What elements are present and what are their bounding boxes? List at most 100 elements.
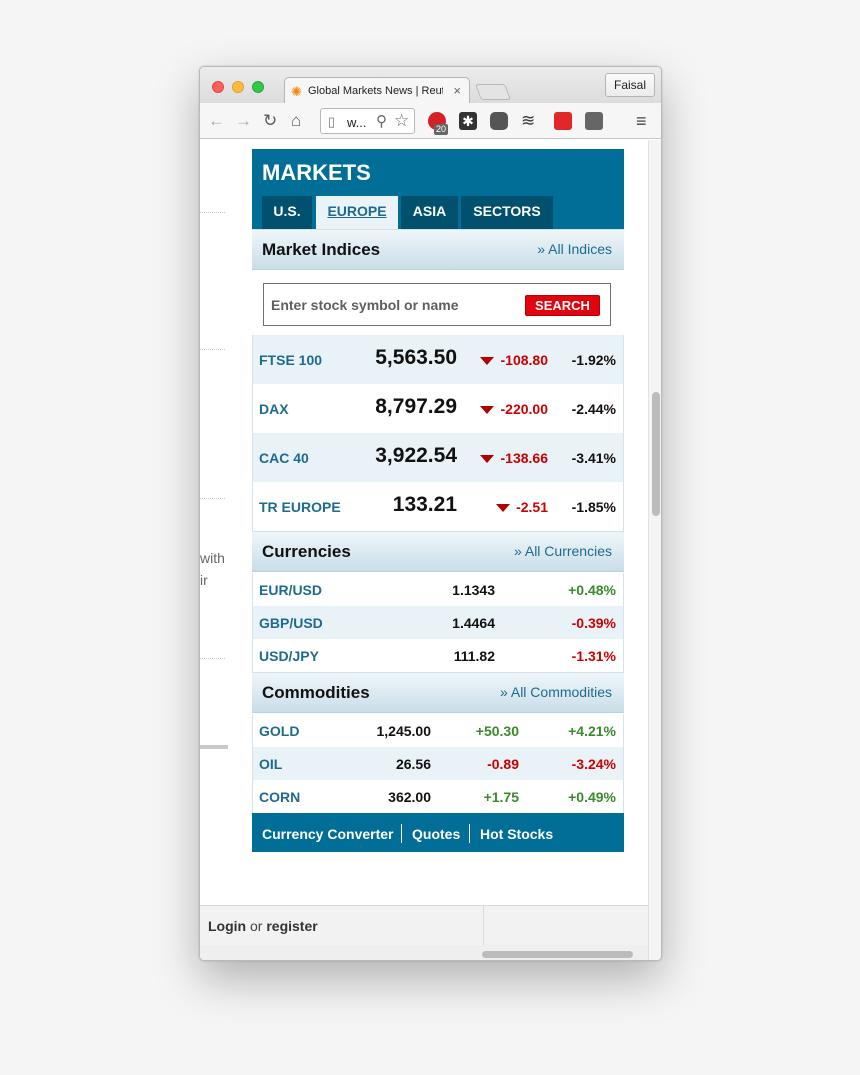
profile-button[interactable]: Faisal [604,73,655,97]
new-tab-button[interactable] [475,84,511,100]
back-icon[interactable]: ← [208,111,225,131]
index-name[interactable]: TR EUROPE [259,499,341,515]
index-name[interactable]: CAC 40 [259,450,309,466]
currency-pair[interactable]: USD/JPY [259,648,319,664]
footer-separator [401,824,402,843]
index-row[interactable]: FTSE 100 5,563.50 -108.80 -1.92% [252,335,624,384]
all-currencies-link[interactable]: » All Currencies [514,543,612,559]
commodity-row[interactable]: CORN 362.00 +1.75 +0.49% [252,780,624,813]
down-arrow-icon [480,357,494,365]
menu-icon[interactable]: ≡ [636,111,647,131]
browser-tab[interactable]: ✺ Global Markets News | Reuters × [284,77,470,104]
index-percent: -2.44% [571,401,616,417]
index-price: 133.21 [392,493,457,516]
currency-row[interactable]: USD/JPY 111.82 -1.31% [252,639,624,672]
currency-pair[interactable]: GBP/USD [259,615,323,631]
footer-separator [469,824,470,843]
commodity-percent: -3.24% [571,756,616,772]
commodity-percent: +0.49% [568,789,616,805]
commodity-row[interactable]: GOLD 1,245.00 +50.30 +4.21% [252,714,624,747]
asterisk-extension-icon[interactable]: ✱ [459,112,477,130]
page-viewport: with ir MARKETS U.S. EUROPE ASIA SECTORS… [200,140,648,960]
tab-close-icon[interactable]: × [453,83,461,98]
currency-percent: -1.31% [571,648,616,664]
divider [200,349,225,350]
commodity-name[interactable]: OIL [259,756,282,772]
register-link[interactable]: register [266,918,317,934]
home-icon[interactable]: ⌂ [291,111,301,131]
commodity-row[interactable]: OIL 26.56 -0.89 -3.24% [252,747,624,780]
index-price: 3,922.54 [375,444,457,467]
tab-us[interactable]: U.S. [262,196,312,229]
zoom-window-button[interactable] [252,81,264,93]
markets-header: MARKETS U.S. EUROPE ASIA SECTORS [252,149,624,229]
commodity-percent: +4.21% [568,723,616,739]
commodity-name[interactable]: CORN [259,789,300,805]
login-bar: Login or register [200,905,648,946]
close-window-button[interactable] [212,81,224,93]
commodity-value: 1,245.00 [376,723,432,739]
section-title: Commodities [262,683,370,702]
currency-percent: +0.48% [568,582,616,598]
commodity-value: 26.56 [395,756,431,772]
all-indices-link[interactable]: » All Indices [537,241,612,257]
search-button[interactable]: SEARCH [525,295,600,316]
vertical-scrollbar[interactable] [648,140,661,960]
minimize-window-button[interactable] [232,81,244,93]
horizontal-scroll-thumb[interactable] [482,951,633,958]
divider [200,498,225,499]
extension-badge: 20 [434,124,449,135]
index-row[interactable]: TR EUROPE 133.21 -2.51 -1.85% [252,482,624,531]
divider [200,212,225,213]
down-arrow-icon [480,455,494,463]
reload-icon[interactable]: ↻ [263,111,277,131]
login-link[interactable]: Login [208,918,246,934]
address-bar[interactable]: ▯ w... ⚲ ☆ [320,108,415,134]
hot-stocks-link[interactable]: Hot Stocks [480,826,553,842]
buffer-extension-icon[interactable]: ≋ [521,112,539,130]
index-name[interactable]: FTSE 100 [259,352,322,368]
quotes-link[interactable]: Quotes [412,826,460,842]
commodities-header: Commodities » All Commodities [252,672,624,713]
flipboard-extension-icon[interactable] [554,112,572,130]
down-arrow-icon [480,406,494,414]
section-title: Market Indices [262,240,381,259]
reuters-favicon-icon: ✺ [291,84,302,99]
currency-percent: -0.39% [571,615,616,631]
forward-icon[interactable]: → [235,111,252,131]
tab-sectors[interactable]: SECTORS [461,196,553,229]
index-change: -2.51 [516,499,548,515]
index-row[interactable]: DAX 8,797.29 -220.00 -2.44% [252,384,624,433]
all-commodities-link[interactable]: » All Commodities [500,684,612,700]
stock-search-input[interactable] [271,295,511,315]
index-percent: -3.41% [571,450,616,466]
address-text: w... [347,115,367,130]
currency-row[interactable]: EUR/USD 1.1343 +0.48% [252,573,624,606]
or-text: or [250,918,263,934]
evernote-extension-icon[interactable] [585,112,603,130]
pocket-extension-icon[interactable] [490,112,508,130]
markets-footer: Currency Converter Quotes Hot Stocks [252,813,624,852]
tab-europe[interactable]: EUROPE [316,196,398,229]
currency-value: 1.1343 [452,582,495,598]
bookmark-star-icon[interactable]: ☆ [394,111,409,131]
index-row[interactable]: CAC 40 3,922.54 -138.66 -3.41% [252,433,624,482]
divider [200,658,225,659]
tab-asia[interactable]: ASIA [401,196,458,229]
index-name[interactable]: DAX [259,401,289,417]
vertical-scroll-thumb[interactable] [652,392,660,516]
page-icon: ▯ [328,114,336,129]
currency-row[interactable]: GBP/USD 1.4464 -0.39% [252,606,624,639]
zoom-icon[interactable]: ⚲ [376,112,387,130]
login-cell: Login or register [200,906,484,946]
commodity-value: 362.00 [388,789,431,805]
currency-pair[interactable]: EUR/USD [259,582,322,598]
markets-widget: MARKETS U.S. EUROPE ASIA SECTORS Market … [252,149,624,852]
tab-title: Global Markets News | Reuters [308,85,443,97]
currency-converter-link[interactable]: Currency Converter [262,826,394,842]
index-percent: -1.85% [571,499,616,515]
index-change: -138.66 [500,450,548,466]
currency-value: 1.4464 [452,615,495,631]
commodity-name[interactable]: GOLD [259,723,299,739]
horizontal-scrollbar[interactable] [200,945,648,960]
